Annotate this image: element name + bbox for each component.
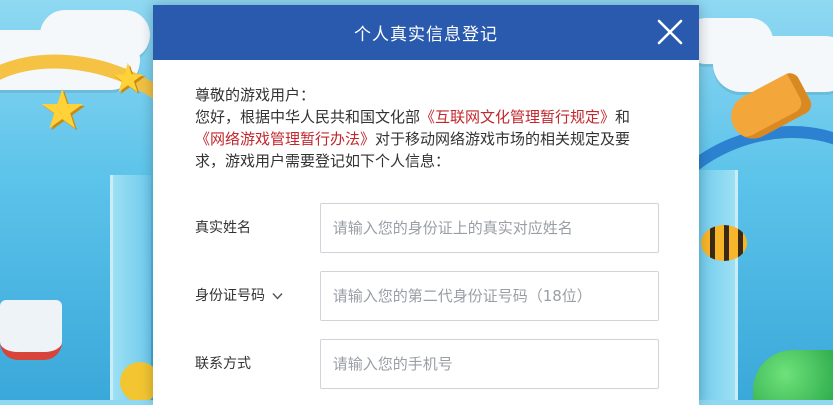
star-icon: ★ <box>38 78 87 141</box>
real-name-registration-dialog: 个人真实信息登记 尊敬的游戏用户： 您好，根据中华人民共和国文化部《互联网文化管… <box>153 5 699 405</box>
id-number-input[interactable] <box>319 271 659 321</box>
boat-decoration <box>0 300 62 360</box>
name-label: 真实姓名 <box>195 217 320 239</box>
id-row: 身份证号码 <box>195 270 659 322</box>
close-button[interactable] <box>651 13 689 51</box>
dialog-body: 尊敬的游戏用户： 您好，根据中华人民共和国文化部《互联网文化管理暂行规定》和《网… <box>153 60 699 390</box>
law-title-2: 《网络游戏管理暂行办法》 <box>195 130 376 148</box>
dialog-title: 个人真实信息登记 <box>354 25 498 45</box>
real-name-input[interactable] <box>319 203 659 253</box>
contact-label-text: 联系方式 <box>195 356 251 372</box>
name-label-text: 真实姓名 <box>195 220 251 236</box>
registration-form: 真实姓名 身份证号码 联系方式 <box>195 202 659 390</box>
pillar-decoration <box>695 170 738 400</box>
close-icon <box>657 19 683 45</box>
greeting-text: 尊敬的游戏用户： <box>195 86 316 104</box>
dialog-header: 个人真实信息登记 <box>153 5 699 60</box>
law-title-1: 《互联网文化管理暂行规定》 <box>420 108 616 126</box>
bush-decoration <box>753 350 833 400</box>
chevron-down-icon <box>272 292 283 300</box>
notice-prefix: 您好，根据中华人民共和国文化部 <box>195 108 421 126</box>
id-type-label-text: 身份证号码 <box>195 288 265 304</box>
bee-decoration <box>701 225 747 261</box>
phone-input[interactable] <box>319 339 659 389</box>
name-row: 真实姓名 <box>195 202 659 254</box>
notice-and: 和 <box>615 108 631 126</box>
contact-row: 联系方式 <box>195 338 659 390</box>
id-type-selector[interactable]: 身份证号码 <box>195 285 320 307</box>
star-icon: ★ <box>110 56 146 102</box>
contact-label: 联系方式 <box>195 353 320 375</box>
notice-text: 您好，根据中华人民共和国文化部《互联网文化管理暂行规定》和《网络游戏管理暂行办法… <box>195 106 659 172</box>
